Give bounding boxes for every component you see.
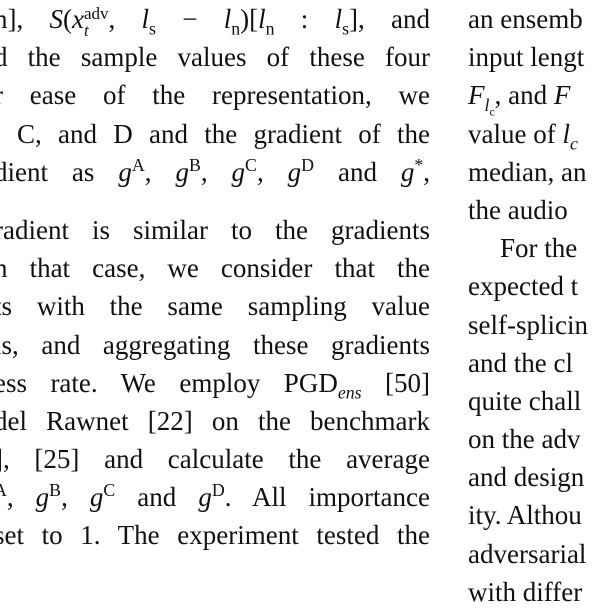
text-line: on the adv <box>468 424 581 455</box>
text-line: A, gB, gC and gD. All importance <box>0 478 430 516</box>
text-line: value of lc <box>468 115 600 153</box>
text-span: , <box>144 156 176 187</box>
right-text-column: an ensemb input lengt Flc, and F value o… <box>468 0 600 611</box>
text-line: the audio <box>468 194 568 225</box>
text-line: with differ <box>468 576 583 607</box>
math-symbol: g <box>198 482 212 513</box>
text-span: , <box>200 156 232 187</box>
text-line: ity. Althou <box>468 500 582 531</box>
math-symbol: l <box>562 118 570 149</box>
math-symbol: g <box>400 156 415 187</box>
left-text-column: n], S(x adv t, ls − ln)[ln : ls], and d th… <box>0 0 430 555</box>
text-line: input lengt <box>468 42 585 73</box>
text-line: n that case, we consider that the <box>0 253 430 284</box>
math-symbol: F <box>553 80 571 111</box>
superscript: A <box>131 154 145 175</box>
math-symbol: g <box>35 482 50 513</box>
subscript: s <box>149 18 156 39</box>
math-symbol: x <box>72 4 84 34</box>
math-symbol: l <box>141 4 150 34</box>
math-symbol: g <box>175 156 189 187</box>
subscript: c <box>569 132 578 153</box>
text-span: value of <box>468 118 563 149</box>
text-span: : <box>274 4 335 34</box>
text-span: , <box>108 4 142 34</box>
text-span: . All importance <box>224 482 431 513</box>
text-line: , C, and D and the gradient of the <box>0 118 430 149</box>
text-line: dient as gA, gB, gC, gD and g*, <box>0 153 430 191</box>
text-span: ( <box>63 4 72 34</box>
text-line: adversarial <box>468 538 587 569</box>
math-symbol: F <box>468 80 485 111</box>
superscript: B <box>49 480 62 501</box>
math-symbol: l <box>334 4 343 34</box>
subscript: n <box>265 18 275 39</box>
text-span: dient as <box>0 156 119 187</box>
text-span: ess rate. We employ PGD <box>0 367 338 398</box>
text-line: set to 1. The experiment tested the <box>0 520 430 551</box>
subscript: n <box>231 18 241 39</box>
text-line: expected t <box>468 271 579 302</box>
text-span: , and <box>494 80 554 111</box>
math-symbol: g <box>89 482 104 513</box>
superscript: A <box>0 480 7 501</box>
text-span: [50] <box>361 367 431 398</box>
superscript: C <box>245 154 257 175</box>
text-line: and the cl <box>468 347 573 378</box>
math-symbol: g <box>231 156 246 187</box>
text-line: For the <box>500 233 578 264</box>
subscript: t <box>83 20 89 40</box>
text-line: ls, and aggregating these gradients <box>0 329 430 360</box>
text-span: , <box>6 482 36 513</box>
text-line: r ease of the representation, we <box>0 80 430 111</box>
text-span: − <box>155 4 224 34</box>
text-span: and <box>115 482 199 513</box>
subscript: s <box>342 18 350 39</box>
text-line: quite chall <box>468 385 582 416</box>
text-line: self-splicin <box>468 309 588 340</box>
text-line: radient is similar to the gradients <box>0 214 430 245</box>
superscript: B <box>188 154 201 175</box>
superscript: D <box>211 480 225 501</box>
text-line: del Rawnet [22] on the benchmark <box>0 405 430 436</box>
text-span: n], <box>0 4 24 34</box>
superscript: * <box>414 154 424 175</box>
text-span: and <box>314 156 401 187</box>
superscript: C <box>103 480 116 501</box>
text-line: ess rate. We employ PGDens [50] <box>0 364 430 402</box>
subscript: ens <box>337 382 362 403</box>
text-line: an ensemb <box>468 4 583 34</box>
superscript: D <box>301 154 315 175</box>
text-span: , <box>61 482 90 513</box>
text-span: , <box>256 156 288 187</box>
text-line: n], S(x adv t, ls − ln)[ln : ls], and <box>0 0 430 40</box>
math-symbol: S <box>49 4 64 34</box>
superscript: adv <box>83 3 109 23</box>
text-span: ], and <box>349 4 430 34</box>
math-symbol: l <box>258 4 266 34</box>
math-symbol: g <box>118 156 132 187</box>
text-line: Flc, and F <box>468 76 600 117</box>
text-line: and design <box>468 462 585 493</box>
text-line: ts with the same sampling value <box>0 291 430 322</box>
math-symbol: g <box>287 156 302 187</box>
text-line: d the sample values of these four <box>0 42 430 73</box>
text-line: median, an <box>468 156 587 187</box>
text-line: ], [25] and calculate the average <box>0 444 430 475</box>
text-span: )[ <box>240 4 259 34</box>
text-span: , <box>423 156 431 187</box>
